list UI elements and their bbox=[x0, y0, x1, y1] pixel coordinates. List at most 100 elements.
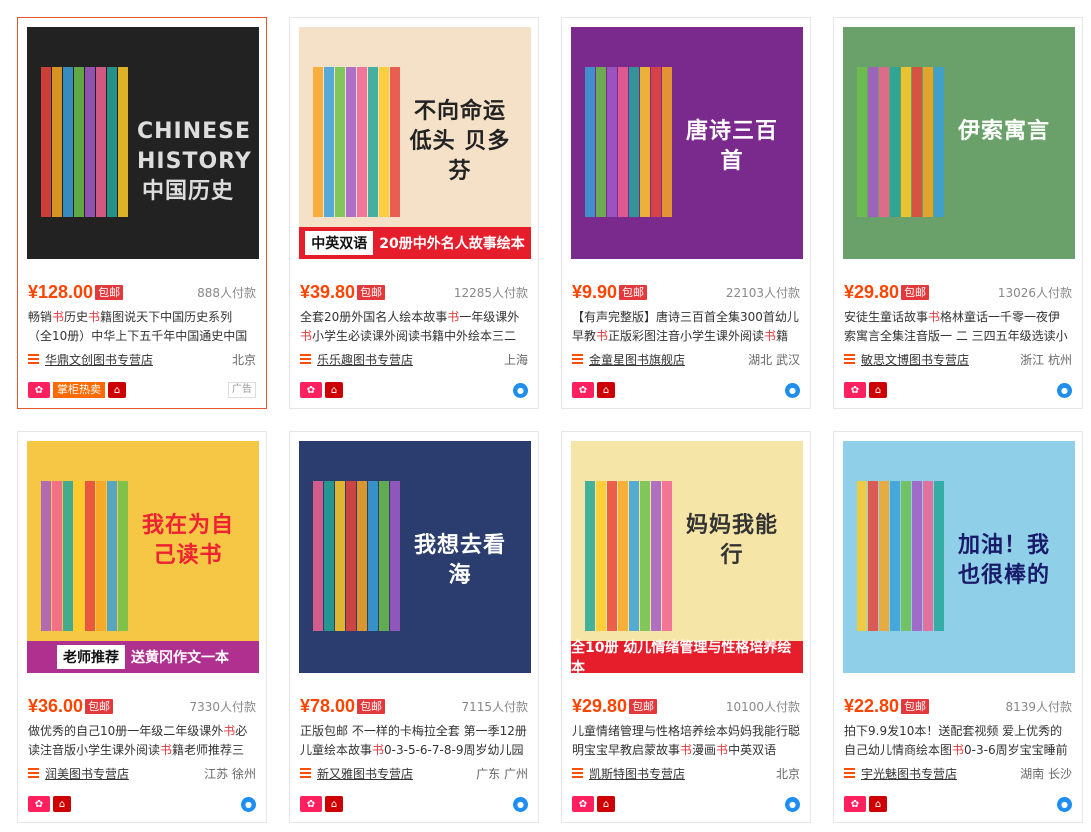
ribbon-right-text: 全10册 幼儿情绪管理与性格培养绘本 bbox=[571, 640, 792, 673]
product-title[interactable]: 拍下9.9发10本！送配套视频 爱上优秀的自己幼儿情商绘本图书0-3-6周岁宝宝… bbox=[844, 722, 1072, 760]
product-card[interactable]: 我想去看海 ¥78.00 包邮 7115人付款 正版包邮 不一样的卡梅拉全套 第… bbox=[289, 431, 539, 823]
tianmao-icon[interactable]: ✿ bbox=[572, 382, 594, 398]
product-image[interactable]: 唐诗三百首 bbox=[571, 27, 803, 259]
product-title[interactable]: 【有声完整版】唐诗三百首全集300首幼儿早教书正版彩图注音小学生课外阅读书籍国 bbox=[572, 308, 800, 346]
price-row: ¥78.00 包邮 7115人付款 bbox=[300, 696, 528, 716]
title-highlight: 书 bbox=[680, 743, 693, 757]
book-cover: 不向命运低头 贝多芬 中英双语 20册中外名人故事绘本 bbox=[299, 27, 531, 259]
tianmao-icon[interactable]: ✿ bbox=[572, 796, 594, 812]
tianmao-icon[interactable]: ✿ bbox=[28, 382, 50, 398]
cover-title: 伊索寓言 bbox=[957, 119, 1050, 144]
price: ¥39.80 bbox=[300, 281, 356, 302]
shop-link[interactable]: 敏思文博图书专营店 bbox=[861, 351, 969, 368]
dianpu-icon[interactable]: ⌂ bbox=[597, 382, 615, 398]
cover-title: 不向命运低头 贝多芬 bbox=[409, 99, 511, 184]
product-card[interactable]: 妈妈我能行 全10册 幼儿情绪管理与性格培养绘本 ¥29.80 包邮 10100… bbox=[561, 431, 811, 823]
cover-title: 我在为自己读书 bbox=[141, 513, 234, 568]
tianmao-icon[interactable]: ✿ bbox=[300, 382, 322, 398]
shop-row: 华鼎文创图书专营店 北京 bbox=[28, 351, 256, 367]
book-cover: 伊索寓言 bbox=[843, 27, 1075, 259]
shop-icon bbox=[572, 768, 583, 778]
ribbon-left-text: 中英双语 bbox=[305, 231, 374, 255]
product-image[interactable]: 我想去看海 bbox=[299, 441, 531, 673]
book-cover: CHINESE HISTORY 中国历史 bbox=[27, 27, 259, 259]
product-card[interactable]: 加油！我也很棒的 ¥22.80 包邮 8139人付款 拍下9.9发10本！送配套… bbox=[833, 431, 1083, 823]
product-title[interactable]: 做优秀的自己10册一年级二年级课外书必读注音版小学生课外阅读书籍老师推荐三四五 bbox=[28, 722, 256, 760]
product-title[interactable]: 儿童情绪管理与性格培养绘本妈妈我能行聪明宝宝早教启蒙故事书漫画书中英双语 bbox=[572, 722, 800, 760]
product-card[interactable]: 不向命运低头 贝多芬 中英双语 20册中外名人故事绘本 ¥39.80 包邮 12… bbox=[289, 17, 539, 409]
badge-row: ✿ ⌂ ● bbox=[844, 381, 1072, 399]
product-title[interactable]: 安徒生童话故事书格林童话一千零一夜伊索寓言全集注音版一 二 三四五年级选读小学 bbox=[844, 308, 1072, 346]
product-card[interactable]: CHINESE HISTORY 中国历史 ¥128.00 包邮 888人付款 畅… bbox=[17, 17, 267, 409]
product-image[interactable]: 我在为自己读书 老师推荐 送黄冈作文一本 bbox=[27, 441, 259, 673]
title-text: 做优秀的自己10册一年级二年级课外 bbox=[28, 724, 224, 738]
title-text: 中英双语 bbox=[728, 743, 777, 757]
dianpu-icon[interactable]: ⌂ bbox=[325, 382, 343, 398]
wangwang-icon[interactable]: ● bbox=[513, 796, 528, 812]
title-highlight: 书 bbox=[447, 310, 460, 324]
price-row: ¥36.00 包邮 7330人付款 bbox=[28, 696, 256, 716]
product-image[interactable]: 加油！我也很棒的 bbox=[843, 441, 1075, 673]
price-row: ¥22.80 包邮 8139人付款 bbox=[844, 696, 1072, 716]
tianmao-icon[interactable]: ✿ bbox=[300, 796, 322, 812]
price: ¥128.00 bbox=[28, 281, 94, 302]
dianpu-icon[interactable]: ⌂ bbox=[325, 796, 343, 812]
cover-ribbon: 中英双语 20册中外名人故事绘本 bbox=[299, 227, 531, 259]
dianpu-icon[interactable]: ⌂ bbox=[53, 796, 71, 812]
sales-count: 13026人付款 bbox=[997, 285, 1072, 300]
free-shipping-badge: 包邮 bbox=[95, 284, 124, 300]
price-row: ¥128.00 包邮 888人付款 bbox=[28, 282, 256, 302]
tianmao-icon[interactable]: ✿ bbox=[844, 382, 866, 398]
tianmao-icon[interactable]: ✿ bbox=[28, 796, 50, 812]
title-highlight: 书 bbox=[716, 743, 729, 757]
shop-link[interactable]: 凯斯特图书专营店 bbox=[589, 765, 685, 782]
free-shipping-badge: 包邮 bbox=[629, 698, 658, 714]
price-row: ¥9.90 包邮 22103人付款 bbox=[572, 282, 800, 302]
product-image[interactable]: 妈妈我能行 全10册 幼儿情绪管理与性格培养绘本 bbox=[571, 441, 803, 673]
product-title[interactable]: 全套20册外国名人绘本故事书一年级课外书小学生必读课外阅读书籍中外绘本三二儿童 bbox=[300, 308, 528, 346]
shop-link[interactable]: 金童星图书旗舰店 bbox=[589, 351, 685, 368]
product-image[interactable]: CHINESE HISTORY 中国历史 bbox=[27, 27, 259, 259]
product-title[interactable]: 正版包邮 不一样的卡梅拉全套 第一季12册儿童绘本故事书0-3-5-6-7-8-… bbox=[300, 722, 528, 760]
title-text: 小学生必读课外阅读书籍中外绘本三二儿童 bbox=[312, 329, 517, 343]
wangwang-icon[interactable]: ● bbox=[513, 382, 528, 398]
free-shipping-badge: 包邮 bbox=[901, 698, 930, 714]
shop-location: 浙江 杭州 bbox=[1020, 352, 1072, 367]
shop-link[interactable]: 润美图书专营店 bbox=[45, 765, 129, 782]
product-image[interactable]: 伊索寓言 bbox=[843, 27, 1075, 259]
shop-link[interactable]: 乐乐趣图书专营店 bbox=[317, 351, 413, 368]
product-card[interactable]: 伊索寓言 ¥29.80 包邮 13026人付款 安徒生童话故事书格林童话一千零一… bbox=[833, 17, 1083, 409]
wangwang-icon[interactable]: ● bbox=[785, 796, 800, 812]
shop-row: 宇光魅图书专营店 湖南 长沙 bbox=[844, 765, 1072, 781]
product-card[interactable]: 唐诗三百首 ¥9.90 包邮 22103人付款 【有声完整版】唐诗三百首全集30… bbox=[561, 17, 811, 409]
dianpu-icon[interactable]: ⌂ bbox=[869, 382, 887, 398]
dianpu-icon[interactable]: ⌂ bbox=[108, 382, 126, 398]
price-row: ¥39.80 包邮 12285人付款 bbox=[300, 282, 528, 302]
ribbon-left-text: 老师推荐 bbox=[57, 645, 125, 669]
title-highlight: 书 bbox=[928, 310, 941, 324]
price: ¥22.80 bbox=[844, 695, 900, 716]
shop-icon bbox=[300, 768, 311, 778]
shop-link[interactable]: 新又雅图书专营店 bbox=[317, 765, 413, 782]
shop-link[interactable]: 宇光魅图书专营店 bbox=[861, 765, 957, 782]
wangwang-icon[interactable]: ● bbox=[241, 796, 256, 812]
cover-title: 加油！我也很棒的 bbox=[957, 533, 1050, 588]
title-text: 一年级课外 bbox=[459, 310, 520, 324]
wangwang-icon[interactable]: ● bbox=[785, 382, 800, 398]
wangwang-icon[interactable]: ● bbox=[1057, 382, 1072, 398]
product-card[interactable]: 我在为自己读书 老师推荐 送黄冈作文一本 ¥36.00 包邮 7330人付款 做… bbox=[17, 431, 267, 823]
title-highlight: 书 bbox=[372, 743, 385, 757]
dianpu-icon[interactable]: ⌂ bbox=[869, 796, 887, 812]
title-highlight: 书 bbox=[300, 329, 313, 343]
product-image[interactable]: 不向命运低头 贝多芬 中英双语 20册中外名人故事绘本 bbox=[299, 27, 531, 259]
cover-ribbon: 老师推荐 送黄冈作文一本 bbox=[27, 641, 259, 673]
dianpu-icon[interactable]: ⌂ bbox=[597, 796, 615, 812]
ribbon-right-text: 送黄冈作文一本 bbox=[131, 650, 229, 666]
cover-title: 妈妈我能行 bbox=[685, 513, 778, 568]
product-title[interactable]: 畅销书历史书籍图说天下中国历史系列（全10册）中华上下五千年中国通史中国古代史 bbox=[28, 308, 256, 346]
tianmao-icon[interactable]: ✿ bbox=[844, 796, 866, 812]
product-grid: CHINESE HISTORY 中国历史 ¥128.00 包邮 888人付款 畅… bbox=[17, 17, 1083, 823]
title-text: 历史 bbox=[64, 310, 89, 324]
shop-link[interactable]: 华鼎文创图书专营店 bbox=[45, 351, 153, 368]
wangwang-icon[interactable]: ● bbox=[1057, 796, 1072, 812]
